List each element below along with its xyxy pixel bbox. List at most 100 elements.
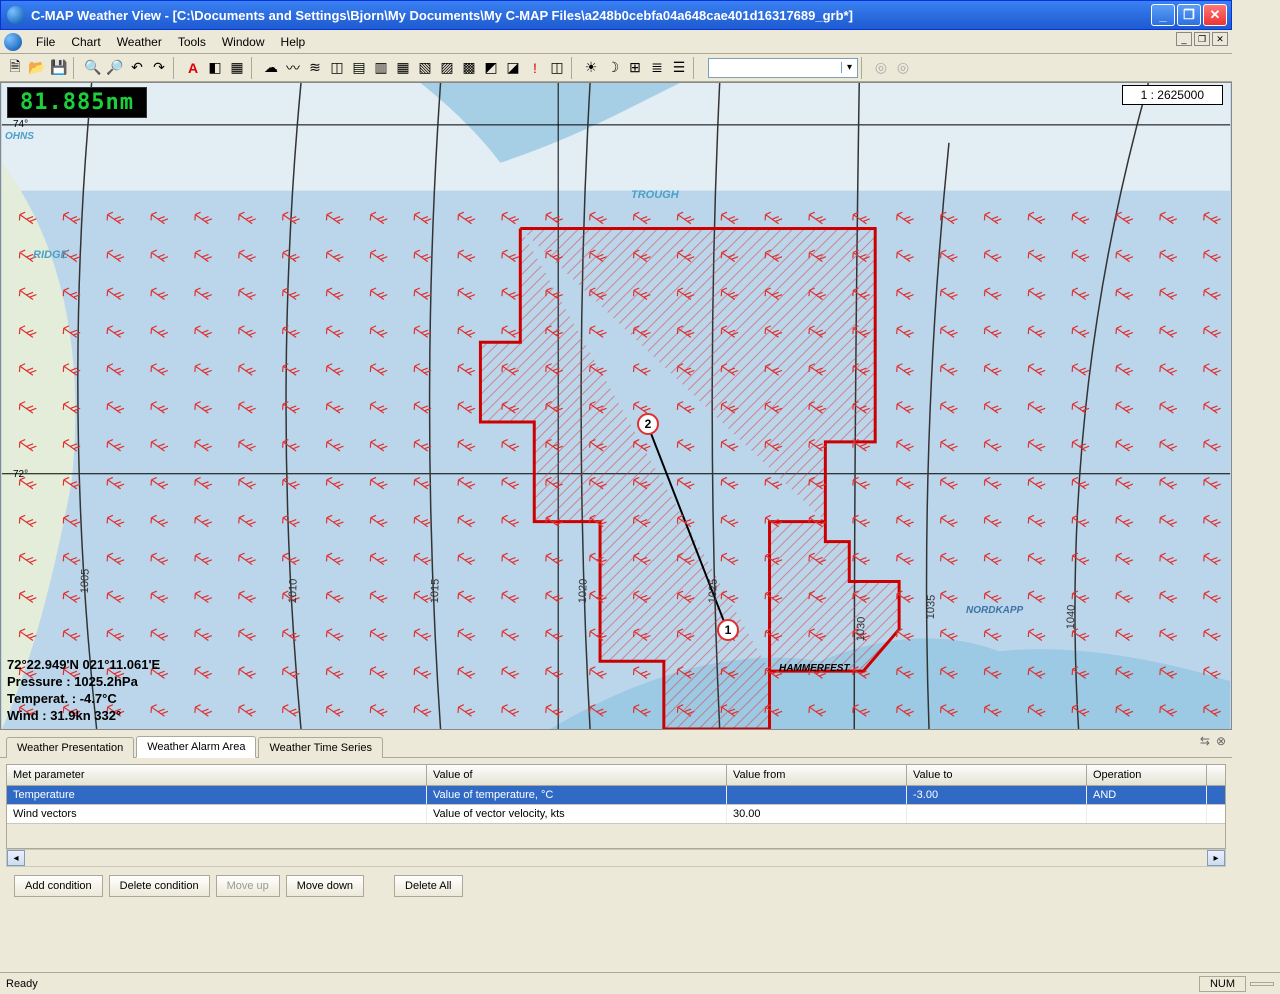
isobar-label: 1040: [1065, 605, 1078, 630]
mdi-close-button[interactable]: ✕: [1212, 32, 1228, 46]
wx-icon[interactable]: ◫: [326, 57, 348, 79]
horizontal-scrollbar[interactable]: ◂ ▸: [6, 849, 1226, 867]
open-icon[interactable]: 📂: [26, 57, 48, 79]
menu-help[interactable]: Help: [273, 33, 314, 51]
separator-icon: [861, 57, 867, 79]
minimize-button[interactable]: _: [1151, 4, 1175, 26]
wx-icon[interactable]: ▨: [436, 57, 458, 79]
map-label-ohns: OHNS: [5, 131, 34, 142]
tool-icon[interactable]: ⊞: [624, 57, 646, 79]
lat-label-74: 74°: [13, 119, 28, 130]
alert-icon[interactable]: !: [524, 57, 546, 79]
tab-weather-presentation[interactable]: Weather Presentation: [6, 737, 134, 758]
tool-icon[interactable]: ≣: [646, 57, 668, 79]
tool-icon[interactable]: ☽: [602, 57, 624, 79]
wx-icon[interactable]: ☁: [260, 57, 282, 79]
wx-icon[interactable]: ◩: [480, 57, 502, 79]
wx-icon[interactable]: ▩: [458, 57, 480, 79]
wx-icon[interactable]: ▦: [392, 57, 414, 79]
mdi-icon: [4, 33, 22, 51]
isobar-label: 1005: [79, 569, 92, 594]
wx-icon[interactable]: ▤: [348, 57, 370, 79]
cell-valueto: -3.00: [907, 786, 1087, 804]
delete-condition-button[interactable]: Delete condition: [109, 875, 210, 897]
menu-file[interactable]: File: [28, 33, 63, 51]
separator-icon: [693, 57, 699, 79]
separator-icon: [73, 57, 79, 79]
tool-icon[interactable]: ☰: [668, 57, 690, 79]
cell-valueof: Value of temperature, °C: [427, 786, 727, 804]
col-header-param[interactable]: Met parameter: [7, 765, 427, 785]
window-title: C-MAP Weather View - [C:\Documents and S…: [31, 8, 1151, 23]
circle-icon[interactable]: ◎: [892, 57, 914, 79]
col-header-valueof[interactable]: Value of: [427, 765, 727, 785]
waypoint-1[interactable]: 1: [717, 619, 739, 641]
separator-icon: [571, 57, 577, 79]
cursor-info-box: 72°22.949'N 021°11.061'E Pressure : 1025…: [7, 657, 160, 725]
isobar-label: 1020: [577, 579, 590, 604]
grid-row[interactable]: Wind vectors Value of vector velocity, k…: [7, 805, 1225, 824]
close-button[interactable]: ✕: [1203, 4, 1227, 26]
a-tool-icon[interactable]: A: [182, 57, 204, 79]
wx-icon[interactable]: ▧: [414, 57, 436, 79]
mdi-restore-button[interactable]: ❐: [1194, 32, 1210, 46]
grid-header: Met parameter Value of Value from Value …: [7, 765, 1225, 786]
cursor-pressure: Pressure : 1025.2hPa: [7, 674, 160, 691]
wx-icon[interactable]: ▥: [370, 57, 392, 79]
tab-close-icon[interactable]: ⊗: [1216, 734, 1226, 748]
zoom-in-icon[interactable]: 🔍: [82, 57, 104, 79]
wx-icon[interactable]: ◫: [546, 57, 568, 79]
mdi-minimize-button[interactable]: _: [1176, 32, 1192, 46]
wx-icon[interactable]: ◪: [502, 57, 524, 79]
cell-valuefrom: 30.00: [727, 805, 907, 823]
chart-map[interactable]: // programmatically stamp wind barbs gri…: [0, 82, 1232, 730]
palette-icon[interactable]: ◧: [204, 57, 226, 79]
col-header-valueto[interactable]: Value to: [907, 765, 1087, 785]
scroll-right-icon[interactable]: ▸: [1207, 850, 1225, 866]
maximize-button[interactable]: ❐: [1177, 4, 1201, 26]
circle-icon[interactable]: ◎: [870, 57, 892, 79]
button-row: Add condition Delete condition Move up M…: [6, 867, 1226, 907]
scroll-left-icon[interactable]: ◂: [7, 850, 25, 866]
cell-valueof: Value of vector velocity, kts: [427, 805, 727, 823]
undo-icon[interactable]: ↶: [126, 57, 148, 79]
cursor-wind: Wind : 31.9kn 332°: [7, 708, 160, 725]
grid-empty-area: [7, 824, 1225, 848]
move-down-button[interactable]: Move down: [286, 875, 364, 897]
menu-chart[interactable]: Chart: [63, 33, 108, 51]
col-header-operation[interactable]: Operation: [1087, 765, 1207, 785]
status-pane-empty: [1250, 982, 1274, 986]
status-bar: Ready NUM: [0, 972, 1280, 994]
status-ready: Ready: [6, 978, 38, 990]
tool-icon[interactable]: ☀: [580, 57, 602, 79]
grid-row[interactable]: Temperature Value of temperature, °C -3.…: [7, 786, 1225, 805]
delete-all-button[interactable]: Delete All: [394, 875, 462, 897]
wx-icon[interactable]: 〰: [282, 57, 304, 79]
tab-weather-alarm-area[interactable]: Weather Alarm Area: [136, 736, 256, 758]
col-header-valuefrom[interactable]: Value from: [727, 765, 907, 785]
dropdown-arrow-icon[interactable]: ▾: [841, 62, 857, 73]
save-icon[interactable]: 💾: [48, 57, 70, 79]
add-condition-button[interactable]: Add condition: [14, 875, 103, 897]
map-label-nordkapp: NORDKAPP: [966, 605, 1023, 616]
map-label-trough: TROUGH: [631, 189, 679, 201]
redo-icon[interactable]: ↷: [148, 57, 170, 79]
move-up-button[interactable]: Move up: [216, 875, 280, 897]
waypoint-2[interactable]: 2: [637, 413, 659, 435]
tab-weather-time-series[interactable]: Weather Time Series: [258, 737, 383, 758]
menu-weather[interactable]: Weather: [109, 33, 170, 51]
cursor-position: 72°22.949'N 021°11.061'E: [7, 657, 160, 674]
lat-label-72: 72°: [13, 469, 28, 480]
zoom-out-icon[interactable]: 🔎: [104, 57, 126, 79]
menu-tools[interactable]: Tools: [170, 33, 214, 51]
wx-icon[interactable]: ≋: [304, 57, 326, 79]
new-icon[interactable]: 🗎: [4, 57, 26, 79]
tab-strip: Weather Presentation Weather Alarm Area …: [0, 730, 1232, 758]
cell-operation: [1087, 805, 1207, 823]
tab-pin-icon[interactable]: ⇆: [1200, 734, 1210, 748]
toolbar-combo[interactable]: ▾: [708, 58, 858, 78]
menu-window[interactable]: Window: [214, 33, 273, 51]
conditions-grid: Met parameter Value of Value from Value …: [6, 764, 1226, 849]
cursor-temperature: Temperat. : -4.7°C: [7, 691, 160, 708]
layers-icon[interactable]: ▦: [226, 57, 248, 79]
